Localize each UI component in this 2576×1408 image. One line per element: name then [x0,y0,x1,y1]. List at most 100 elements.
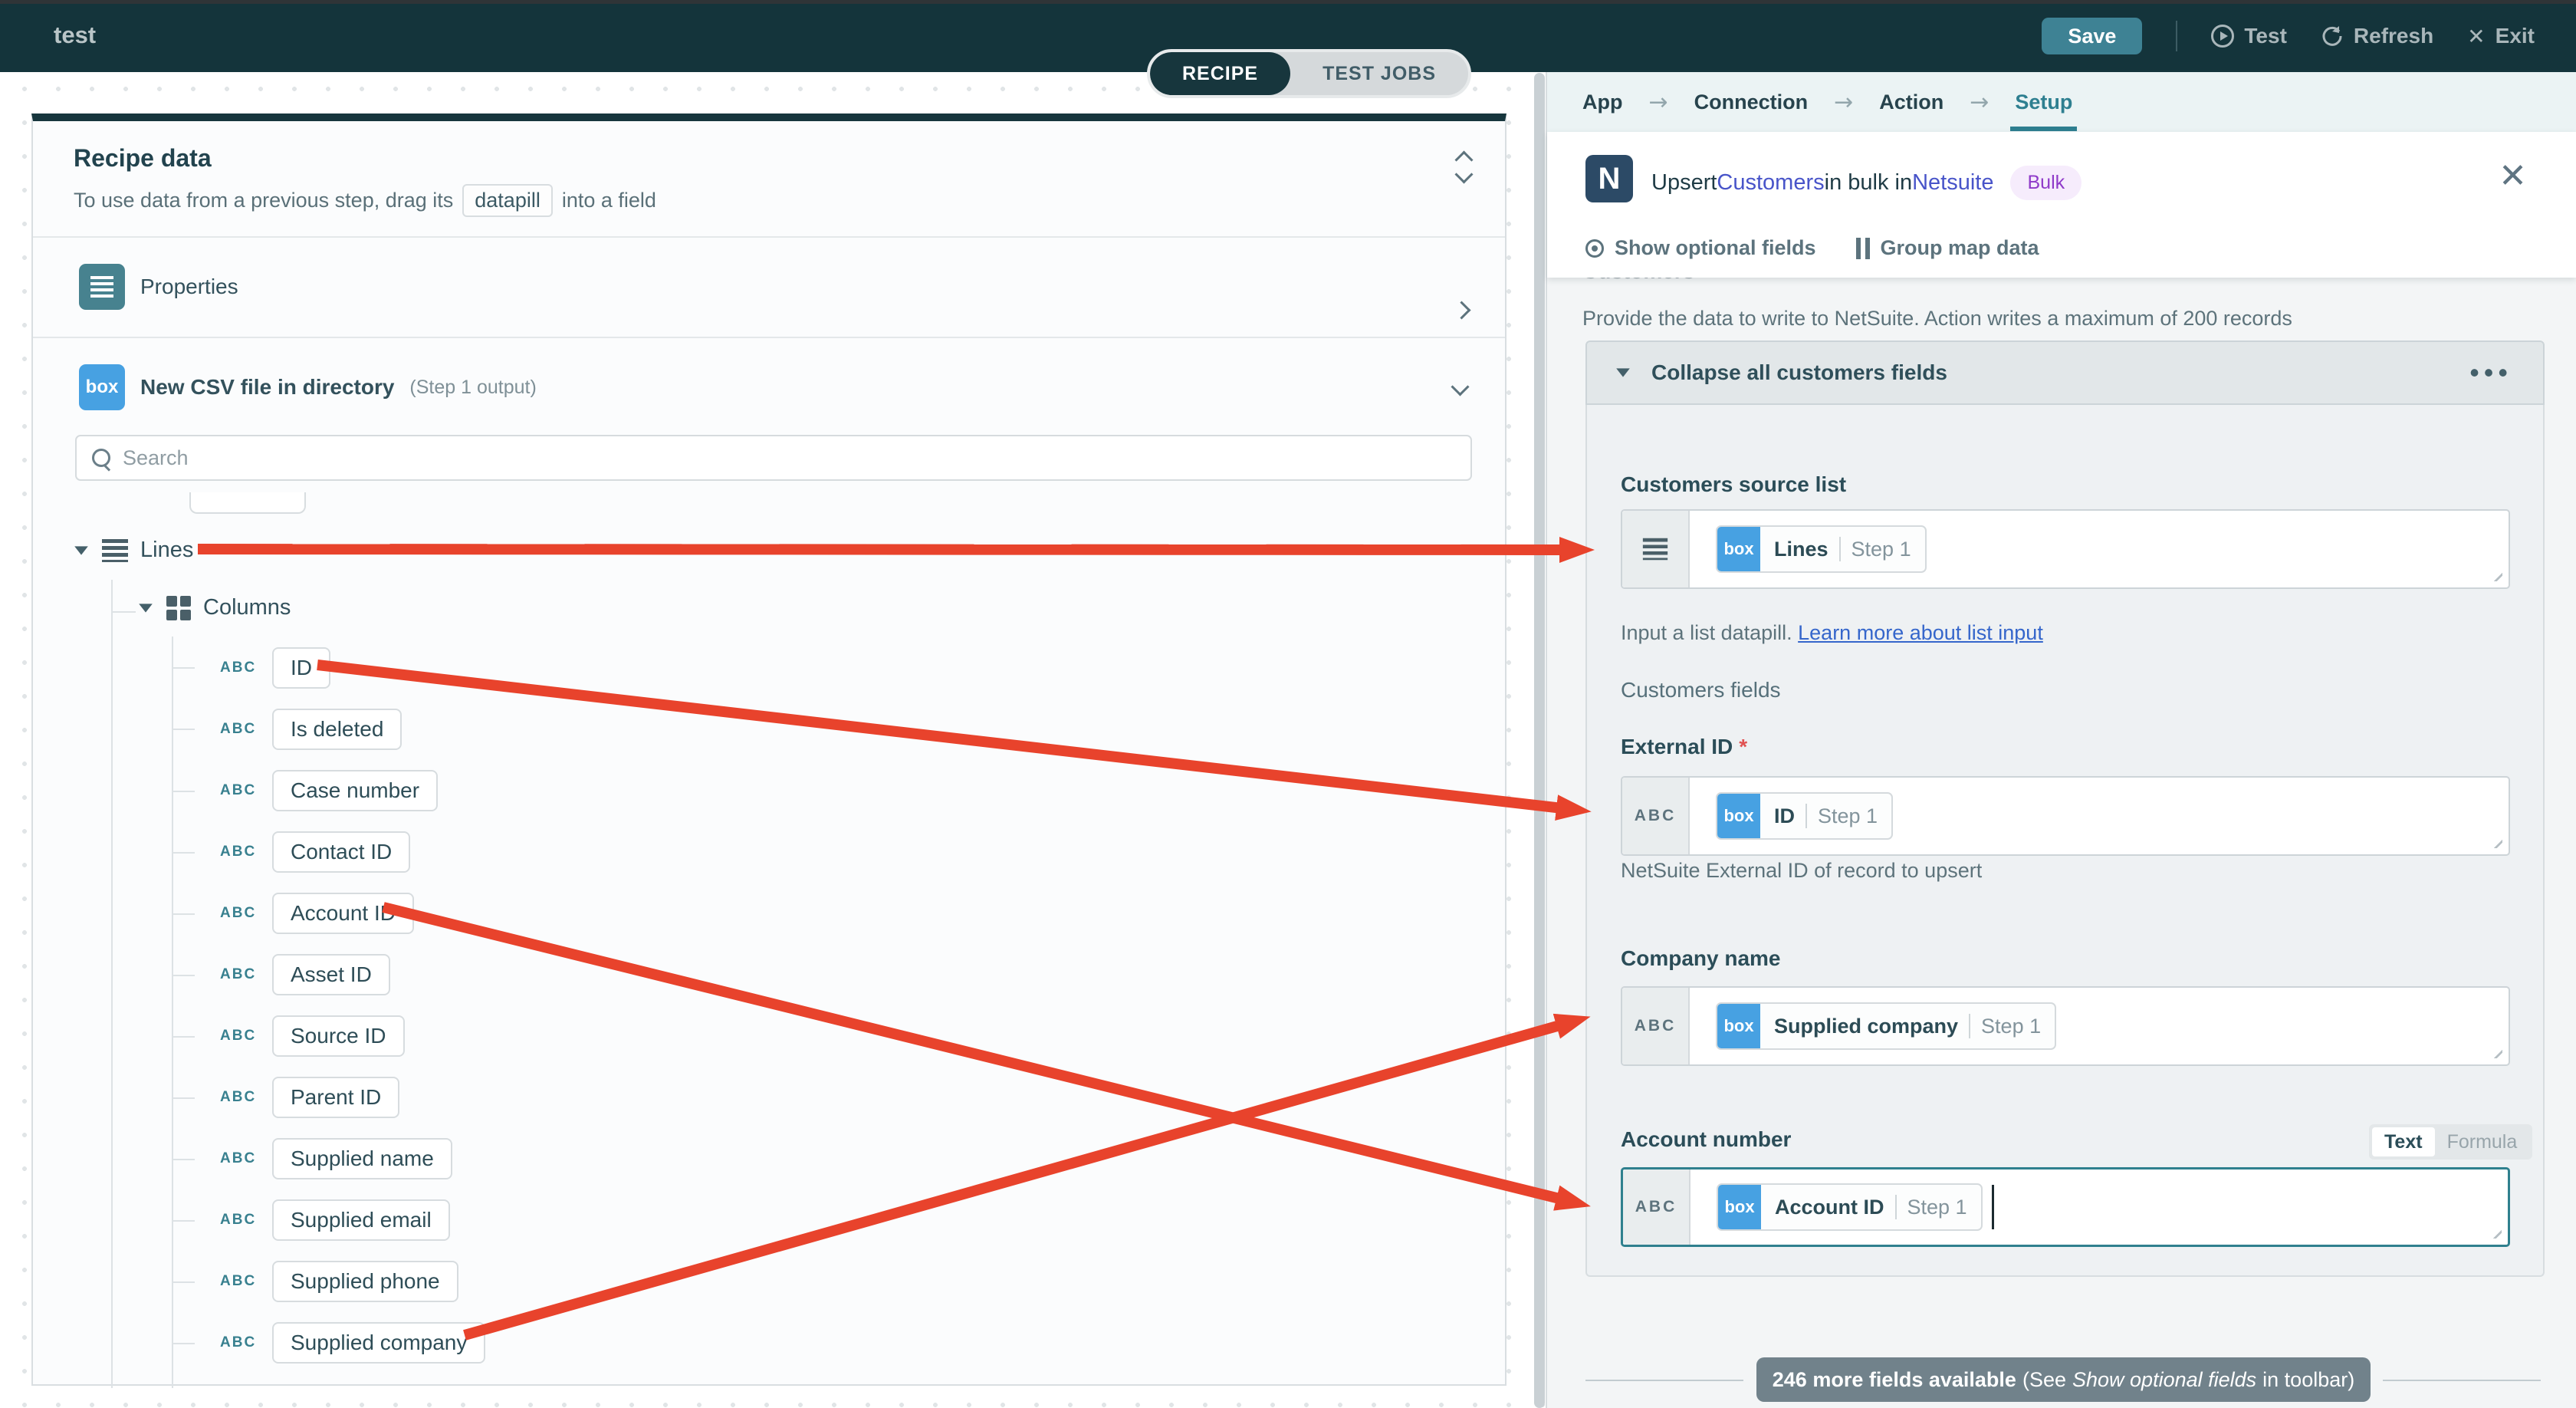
csv-output-row[interactable]: box New CSV file in directory (Step 1 ou… [79,364,537,410]
test-button[interactable]: Test [2211,24,2287,48]
breadcrumb-app[interactable]: App [1582,90,1622,114]
show-optional-fields-button[interactable]: Show optional fields [1585,236,1816,260]
type-label: ABC [220,660,257,676]
breadcrumb-arrow-icon [1834,89,1853,116]
top-bar-actions: Save Test Refresh ✕ Exit [2042,0,2535,72]
toggle-formula[interactable]: Formula [2435,1131,2530,1153]
tree-leaf: ABC Is deleted [220,709,402,750]
panel-title: Recipe data [74,144,212,172]
properties-row[interactable]: Properties [79,264,238,310]
datapill[interactable]: Contact ID [272,831,411,873]
collapse-triangle-icon[interactable] [139,603,153,613]
collapse-triangle-icon[interactable] [74,545,88,555]
properties-label: Properties [140,275,238,298]
search-placeholder: Search [123,446,189,469]
datapill[interactable]: Supplied name [272,1138,452,1179]
datapill[interactable]: Case number [272,770,439,811]
company-name-field[interactable]: ABC box Supplied company Step 1 [1621,986,2510,1066]
type-label: ABC [220,1028,257,1044]
refresh-button[interactable]: Refresh [2321,24,2433,48]
more-fields-note: 246 more fields available (See Show opti… [1547,1357,2576,1403]
datapill-supplied-company[interactable]: box Supplied company Step 1 [1716,1002,2057,1050]
type-label: ABC [220,782,257,798]
tree-guide-stub [172,852,195,854]
tree-node-lines[interactable]: Lines [73,538,193,563]
resize-handle-icon[interactable] [2489,1044,2502,1058]
datapill[interactable]: Supplied phone [272,1261,458,1302]
field-label: Company name [1621,946,1781,970]
type-label: ABC [220,1089,257,1105]
tree-node-columns[interactable]: Columns [137,595,291,620]
field-input[interactable]: box Account ID Step 1 [1691,1169,2508,1245]
netsuite-link[interactable]: Netsuite [1912,170,1993,196]
text-type-addon: ABC [1623,1169,1691,1245]
close-icon: ✕ [2467,23,2486,49]
breadcrumb-connection[interactable]: Connection [1694,90,1809,114]
datapill[interactable]: Parent ID [272,1077,400,1118]
tree-leaf: ABC Contact ID [220,831,411,873]
resize-handle-icon[interactable] [2488,1225,2502,1239]
exit-button[interactable]: ✕ Exit [2467,24,2535,49]
datapill[interactable]: Is deleted [272,709,402,750]
box-icon: box [1718,1185,1761,1229]
type-label: ABC [220,1273,257,1289]
columns-icon [166,595,191,620]
source-list-field[interactable]: box Lines Step 1 [1621,509,2510,589]
field-input[interactable]: box ID Step 1 [1690,778,2509,854]
tree-guide-stub [172,1097,195,1099]
tree-leaf: ABC Source ID [220,1015,405,1057]
customers-fields-body: Customers source list box Lines Step 1 I… [1585,405,2545,1277]
datapill[interactable]: Asset ID [272,954,390,995]
datapill-lines[interactable]: box Lines Step 1 [1716,525,1927,573]
list-type-addon [1622,511,1690,587]
type-label: ABC [220,1212,257,1228]
tree-guide-stub [172,1036,195,1038]
datapill-hint: To use data from a previous step, drag i… [74,184,656,217]
datapill[interactable]: ID [272,647,330,689]
save-button[interactable]: Save [2042,18,2143,54]
action-header: N Upsert Customers in bulk in Netsuite B… [1547,132,2576,278]
collapse-all-header[interactable]: Collapse all customers fields ••• [1585,340,2545,405]
tree-guide-stub [172,1159,195,1160]
customers-link[interactable]: Customers [1717,170,1824,196]
external-id-field[interactable]: ABC box ID Step 1 [1621,776,2510,856]
recipe-editor-page: test Save Test Refresh ✕ Exit RECIPE TES… [0,0,2576,1408]
breadcrumb: App Connection Action Setup [1547,72,2576,132]
field-label: Customers source list [1621,472,1847,496]
tree-leaf: ABC Supplied phone [220,1261,458,1302]
close-icon[interactable]: ✕ [2499,160,2527,193]
datapill-id[interactable]: box ID Step 1 [1716,792,1894,840]
required-mark: * [1739,735,1748,758]
resize-handle-icon[interactable] [2489,567,2502,581]
breadcrumb-action[interactable]: Action [1879,90,1944,114]
tab-test-jobs[interactable]: TEST JOBS [1290,52,1468,95]
type-label: ABC [220,844,257,860]
account-number-field[interactable]: ABC box Account ID Step 1 [1621,1167,2510,1247]
datapill[interactable]: Account ID [272,893,414,934]
datapill[interactable]: Supplied email [272,1199,450,1241]
collapse-panel-icon[interactable] [1454,150,1474,184]
refresh-icon [2322,26,2342,46]
tree-leaf: ABC Supplied email [220,1199,450,1241]
field-input[interactable]: box Supplied company Step 1 [1690,988,2509,1064]
group-map-data-button[interactable]: Group map data [1855,236,2039,260]
search-input[interactable]: Search [75,435,1472,481]
chevron-right-icon[interactable] [1452,301,1471,320]
toggle-text[interactable]: Text [2372,1127,2435,1156]
breadcrumb-setup[interactable]: Setup [2010,90,2078,131]
netsuite-icon: N [1585,155,1633,202]
datapill-account-id[interactable]: box Account ID Step 1 [1717,1183,1983,1231]
tab-recipe[interactable]: RECIPE [1150,52,1291,95]
text-type-addon: ABC [1622,988,1690,1064]
tree-guide-stub [172,791,195,792]
scrollbar[interactable] [1534,73,1545,1408]
learn-more-link[interactable]: Learn more about list input [1798,621,2043,644]
resize-handle-icon[interactable] [2489,834,2502,848]
chevron-down-icon[interactable] [1451,377,1470,396]
recipe-test-tabs: RECIPE TEST JOBS [1147,49,1472,98]
datapill[interactable]: Supplied company [272,1322,486,1364]
field-input[interactable]: box Lines Step 1 [1690,511,2509,587]
tree-leaf: ABC Parent ID [220,1077,400,1118]
field-help: NetSuite External ID of record to upsert [1621,859,1983,882]
datapill[interactable]: Source ID [272,1015,405,1057]
